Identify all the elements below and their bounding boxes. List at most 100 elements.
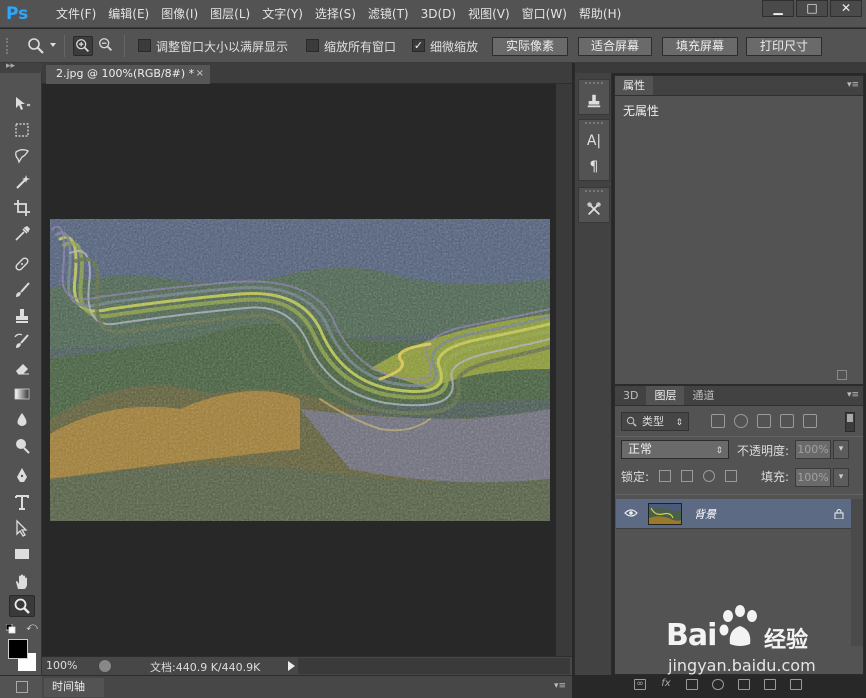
rectangle-icon[interactable] [9,543,35,565]
eraser-icon[interactable] [9,357,35,379]
menu-image[interactable]: 图像(I) [155,0,204,28]
panel-menu-icon[interactable]: ▾≡ [554,681,566,691]
menu-help[interactable]: 帮助(H) [573,0,627,28]
lock-pixels-icon[interactable] [681,470,693,482]
tab-layers[interactable]: 图层 [646,386,685,405]
adjustment-filter-icon[interactable] [734,414,748,428]
opacity-dropdown[interactable]: ▾ [833,440,849,459]
horizontal-scrollbar[interactable] [298,658,570,674]
eyedropper-icon[interactable] [9,223,35,245]
share-icon[interactable] [98,659,112,673]
panel-menu-icon[interactable]: ▾≡ [847,390,859,400]
layers-scrollbar[interactable] [851,499,863,646]
tab-timeline[interactable]: 时间轴 [44,678,104,697]
clone-stamp-icon[interactable] [9,305,35,327]
menu-layer[interactable]: 图层(L) [204,0,256,28]
resize-windows-checkbox[interactable] [138,39,151,52]
menu-edit[interactable]: 编辑(E) [102,0,155,28]
right-dock-collapse[interactable] [612,63,866,73]
menu-3d[interactable]: 3D(D) [415,0,462,28]
maximize-button[interactable]: □ [796,0,828,17]
blur-icon[interactable] [9,409,35,431]
gradient-icon[interactable] [9,383,35,405]
image-canvas[interactable] [50,219,550,521]
paragraph-icon[interactable]: ¶ [579,154,609,180]
eye-visibility-icon[interactable] [624,508,638,518]
fill-input[interactable]: 100% [795,468,831,487]
scrubby-zoom-checkbox[interactable]: ✓ [412,39,425,52]
tab-close-icon[interactable]: × [196,65,204,83]
swap-colors-icon[interactable]: ⤺ [26,621,38,634]
close-button[interactable]: ✕ [830,0,862,17]
fill-dropdown[interactable]: ▾ [833,468,849,487]
history-brush-icon[interactable] [9,331,35,353]
move-tool-icon[interactable] [9,93,35,115]
canvas-workspace[interactable] [42,84,556,656]
zoom-out-icon[interactable] [97,36,117,56]
link-layers-icon[interactable]: ∞ [634,679,646,690]
fill-screen-button[interactable]: 填充屏幕 [662,37,738,56]
adjustment-layer-icon[interactable] [712,679,724,690]
status-menu-arrow-icon[interactable] [288,661,295,671]
blend-mode-select[interactable]: 正常 ⇕ [621,440,729,459]
trash-icon[interactable] [837,370,847,380]
smart-object-filter-icon[interactable] [803,414,817,428]
crop-icon[interactable] [9,197,35,219]
dock-collapse[interactable] [575,63,613,73]
healing-brush-icon[interactable] [9,253,35,275]
lock-all-icon[interactable] [725,470,737,482]
layer-filter-dropdown[interactable]: 类型 ⇕ [621,412,689,431]
vertical-scrollbar[interactable] [556,84,572,656]
lock-transparent-icon[interactable] [659,470,671,482]
menu-view[interactable]: 视图(V) [462,0,516,28]
zoom-tool-preset-icon[interactable] [26,36,46,56]
shape-filter-icon[interactable] [780,414,794,428]
tab-channels[interactable]: 通道 [684,386,722,405]
path-selection-icon[interactable] [9,517,35,539]
filter-toggle[interactable] [845,412,855,432]
zoom-tool-icon[interactable] [9,595,35,617]
pixel-filter-icon[interactable] [711,414,725,428]
character-icon[interactable]: A| [579,128,609,154]
lock-position-icon[interactable] [703,470,715,482]
panel-menu-icon[interactable]: ▾≡ [847,80,859,90]
menu-select[interactable]: 选择(S) [309,0,362,28]
minimize-button[interactable]: ▁ [762,0,794,17]
brush-icon[interactable] [9,279,35,301]
timeline-toggle[interactable] [0,676,42,698]
actual-pixels-button[interactable]: 实际像素 [492,37,568,56]
fit-screen-button[interactable]: 适合屏幕 [578,37,652,56]
menu-type[interactable]: 文字(Y) [256,0,309,28]
zoom-all-windows-checkbox[interactable] [306,39,319,52]
layer-name[interactable]: 背景 [694,506,716,522]
type-filter-icon[interactable] [757,414,771,428]
new-layer-icon[interactable] [764,679,776,690]
zoom-in-icon[interactable] [73,36,93,56]
pen-icon[interactable] [9,465,35,487]
tool-presets-icon[interactable] [579,196,609,222]
tab-3d[interactable]: 3D [615,386,646,405]
print-size-button[interactable]: 打印尺寸 [746,37,822,56]
zoom-level-field[interactable]: 100% [46,659,94,672]
new-group-icon[interactable] [738,679,750,690]
toolbar-collapse[interactable]: ▸▸ [0,61,42,73]
opacity-input[interactable]: 100% [795,440,831,459]
delete-layer-icon[interactable] [790,679,802,690]
dodge-icon[interactable] [9,435,35,457]
add-mask-icon[interactable] [686,679,698,690]
menu-filter[interactable]: 滤镜(T) [362,0,415,28]
document-tab[interactable]: 2.jpg @ 100%(RGB/8#) * × [46,65,210,84]
layer-row-background[interactable]: 背景 [616,499,852,529]
options-grip[interactable] [6,38,12,54]
foreground-color-swatch[interactable] [8,639,28,659]
default-colors-icon[interactable] [5,623,16,634]
lasso-icon[interactable] [9,145,35,167]
type-icon[interactable] [9,491,35,513]
magic-wand-icon[interactable] [9,171,35,193]
menu-file[interactable]: 文件(F) [50,0,102,28]
menu-window[interactable]: 窗口(W) [516,0,573,28]
fx-icon[interactable]: fx [660,679,672,690]
rect-marquee-icon[interactable] [9,119,35,141]
history-icon[interactable] [579,88,609,114]
hand-icon[interactable] [9,571,35,593]
